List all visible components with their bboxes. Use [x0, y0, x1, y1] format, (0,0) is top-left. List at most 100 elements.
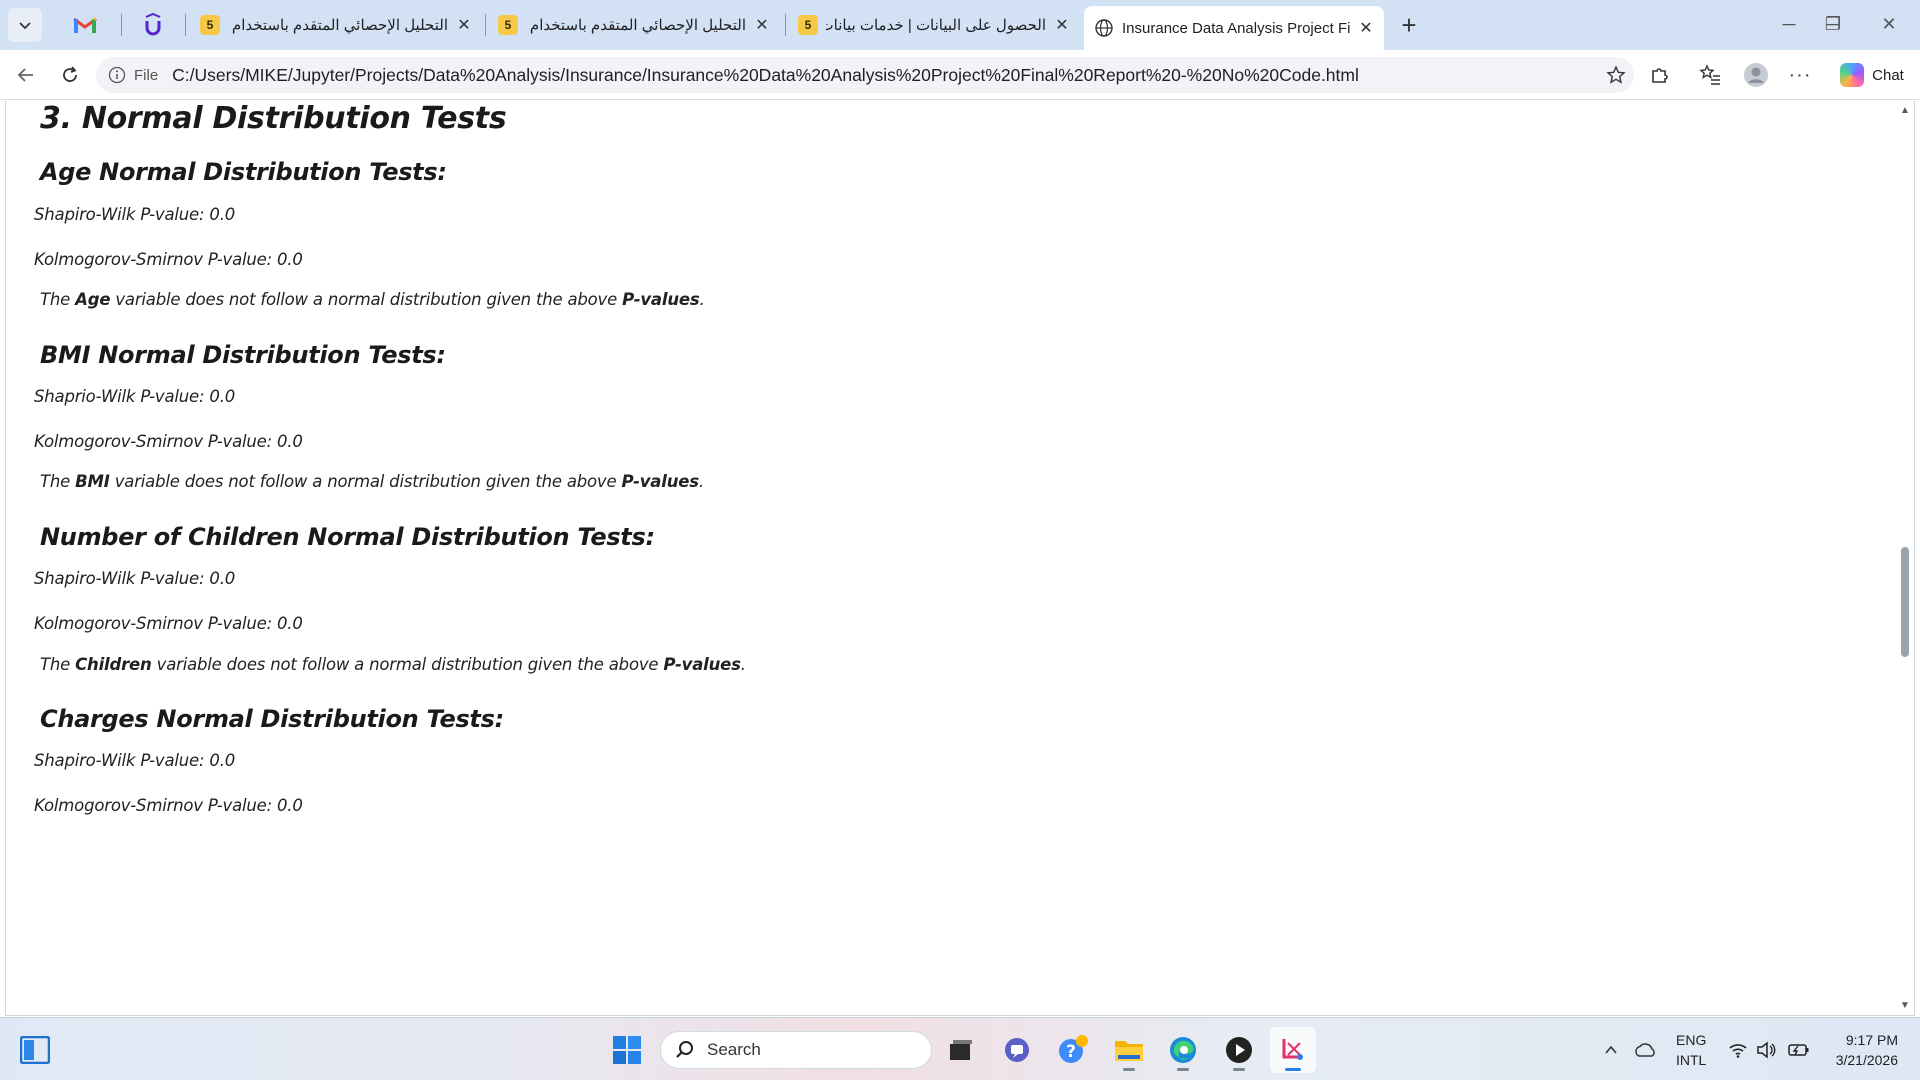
edge-icon — [1170, 1037, 1196, 1063]
more-dots-icon: ··· — [1788, 63, 1812, 86]
conclusion-children: The Children variable does not follow a … — [40, 655, 746, 674]
url-text[interactable]: C:/Users/MIKE/Jupyter/Projects/Data%20An… — [172, 65, 1598, 86]
input-language-indicator[interactable]: ENG INTL — [1676, 1030, 1706, 1070]
close-icon[interactable]: ✕ — [754, 15, 770, 35]
running-indicator — [1123, 1068, 1135, 1071]
tab-separator — [121, 14, 122, 36]
search-icon — [676, 1041, 693, 1058]
clock-time: 9:17 PM — [1845, 1032, 1898, 1048]
kolmogorov-smirnov-result-bmi: Kolmogorov-Smirnov P-value: 0.0 — [34, 432, 303, 451]
system-clock[interactable]: 9:17 PM 3/21/2026 — [1826, 1030, 1898, 1070]
volume-button[interactable] — [1752, 1027, 1780, 1073]
tab-insurance-report[interactable]: Insurance Data Analysis Project Final Re… — [1084, 6, 1384, 50]
address-bar[interactable]: File C:/Users/MIKE/Jupyter/Projects/Data… — [96, 57, 1634, 93]
star-icon — [1606, 65, 1626, 84]
tab-title: التحليل الإحصائي المتقدم باستخدام n — [228, 17, 448, 34]
edge-browser-button[interactable] — [1160, 1027, 1206, 1073]
start-button[interactable] — [604, 1027, 650, 1073]
scroll-down-arrow-icon[interactable]: ▼ — [1899, 1000, 1911, 1012]
battery-button[interactable] — [1782, 1027, 1816, 1073]
windows-logo-icon — [613, 1036, 641, 1064]
running-indicator — [1285, 1068, 1301, 1071]
play-icon — [1226, 1037, 1252, 1063]
section-title: 3. Normal Distribution Tests — [40, 101, 507, 136]
taskbar-search-box[interactable]: Search — [660, 1031, 932, 1069]
settings-more-button[interactable]: ··· — [1782, 58, 1818, 92]
close-icon[interactable]: ✕ — [1358, 18, 1374, 38]
clock-date: 3/21/2026 — [1835, 1052, 1898, 1068]
battery-charging-icon — [1788, 1044, 1809, 1056]
tab-actions-menu-button[interactable] — [8, 8, 42, 42]
close-icon[interactable]: ✕ — [456, 15, 472, 35]
site-favicon-icon: 5 — [498, 15, 518, 35]
scrollbar-thumb[interactable] — [1901, 547, 1909, 657]
favorites-button[interactable] — [1692, 58, 1728, 92]
svg-text:?: ? — [1066, 1042, 1076, 1062]
tab-title: Insurance Data Analysis Project Final Re… — [1122, 19, 1350, 37]
favorite-star-button[interactable] — [1598, 57, 1634, 93]
subsection-heading-age: Age Normal Distribution Tests: — [40, 158, 447, 186]
close-icon[interactable]: ✕ — [1054, 15, 1070, 35]
chevron-down-icon — [19, 22, 31, 30]
site-favicon-icon: 5 — [798, 15, 818, 35]
kolmogorov-smirnov-result-children: Kolmogorov-Smirnov P-value: 0.0 — [34, 614, 303, 633]
tab-statistics-1[interactable]: 5 التحليل الإحصائي المتقدم باستخدام n ✕ — [190, 8, 482, 42]
tab-statistics-2[interactable]: 5 التحليل الإحصائي المتقدم باستخدام R ✕ — [488, 8, 780, 42]
running-indicator — [1233, 1068, 1245, 1071]
browser-toolbar: File C:/Users/MIKE/Jupyter/Projects/Data… — [0, 50, 1920, 100]
refresh-icon — [63, 66, 77, 82]
shapiro-wilk-result-bmi: Shaprio-Wilk P-value: 0.0 — [34, 387, 236, 406]
cloud-icon — [1635, 1043, 1655, 1057]
teams-icon — [1005, 1038, 1029, 1062]
conclusion-bmi: The BMI variable does not follow a norma… — [40, 472, 704, 491]
tab-title: التحليل الإحصائي المتقدم باستخدام R — [526, 17, 746, 34]
extensions-button[interactable] — [1642, 58, 1678, 92]
tab-data-services[interactable]: 5 الحصول على البيانات | خدمات بيانات ✕ — [788, 8, 1080, 42]
wifi-icon — [1729, 1044, 1747, 1058]
gmail-icon — [73, 17, 97, 33]
avatar-icon — [1744, 63, 1768, 87]
network-button[interactable] — [1724, 1027, 1752, 1073]
task-view-button[interactable] — [938, 1027, 984, 1073]
close-icon: ✕ — [1881, 13, 1897, 34]
new-tab-button[interactable]: + — [1392, 8, 1426, 42]
pinned-tab-udemy[interactable] — [132, 8, 174, 42]
refresh-button[interactable] — [52, 58, 88, 92]
subsection-heading-bmi: BMI Normal Distribution Tests: — [40, 341, 446, 369]
page-viewport: 3. Normal Distribution Tests Age Normal … — [5, 101, 1915, 1016]
widgets-button[interactable] — [12, 1027, 58, 1073]
shapiro-wilk-result-age: Shapiro-Wilk P-value: 0.0 — [34, 205, 236, 224]
back-arrow-icon — [17, 68, 33, 82]
chevron-up-icon — [1605, 1045, 1617, 1054]
copilot-chat-button[interactable]: Chat — [1830, 58, 1914, 92]
kolmogorov-smirnov-result-age: Kolmogorov-Smirnov P-value: 0.0 — [34, 250, 303, 269]
restore-icon: ❐ — [1824, 13, 1842, 34]
kolmogorov-smirnov-result-charges: Kolmogorov-Smirnov P-value: 0.0 — [34, 796, 303, 815]
media-player-button[interactable] — [1216, 1027, 1262, 1073]
shapiro-wilk-result-children: Shapiro-Wilk P-value: 0.0 — [34, 569, 236, 588]
back-button[interactable] — [8, 58, 44, 92]
restore-button[interactable]: ❐ — [1808, 6, 1858, 42]
vertical-scrollbar[interactable]: ▲ ▼ — [1896, 101, 1914, 1015]
file-explorer-button[interactable] — [1106, 1027, 1152, 1073]
show-hidden-icons-button[interactable] — [1596, 1027, 1626, 1073]
scroll-up-arrow-icon[interactable]: ▲ — [1899, 105, 1911, 117]
minimize-icon: ─ — [1782, 13, 1796, 34]
snipping-tool-icon — [1282, 1039, 1303, 1060]
onedrive-button[interactable] — [1628, 1027, 1662, 1073]
help-icon: ? — [1059, 1035, 1088, 1063]
speaker-icon — [1757, 1041, 1776, 1059]
profile-button[interactable] — [1738, 58, 1774, 92]
pinned-tab-gmail[interactable] — [64, 8, 106, 42]
chat-label: Chat — [1872, 66, 1904, 84]
minimize-window-button[interactable]: ─ — [1764, 6, 1814, 42]
widgets-icon — [20, 1036, 50, 1064]
teams-chat-button[interactable] — [994, 1027, 1040, 1073]
conclusion-age: The Age variable does not follow a norma… — [40, 290, 705, 309]
get-help-button[interactable]: ? — [1050, 1027, 1096, 1073]
tab-separator — [785, 14, 786, 36]
close-window-button[interactable]: ✕ — [1864, 6, 1914, 42]
snipping-tool-button[interactable] — [1270, 1027, 1316, 1073]
tab-strip: 5 التحليل الإحصائي المتقدم باستخدام n ✕ … — [0, 0, 1920, 50]
tab-title: الحصول على البيانات | خدمات بيانات — [826, 17, 1046, 34]
